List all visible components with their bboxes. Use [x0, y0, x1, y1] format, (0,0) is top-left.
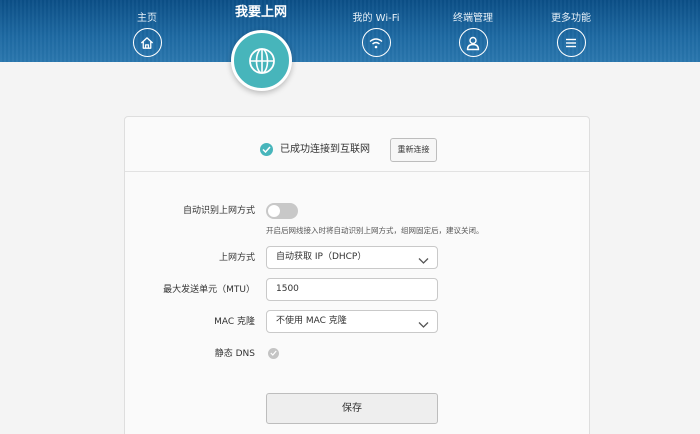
nav-item-internet[interactable]: 我要上网: [216, 0, 306, 20]
auto-detect-toggle[interactable]: [266, 203, 298, 219]
chevron-down-icon: [418, 317, 429, 338]
mac-clone-label: MAC 克隆: [214, 317, 255, 327]
mac-clone-value: 不使用 MAC 克隆: [276, 316, 347, 326]
auto-detect-hint: 开启后网线接入时将自动识别上网方式，组网固定后，建议关闭。: [266, 226, 484, 235]
connection-status-row: 已成功连接到互联网 重新连接: [125, 117, 589, 172]
internet-active-badge[interactable]: [231, 30, 292, 91]
mtu-label: 最大发送单元（MTU）: [163, 285, 255, 295]
connection-status-text: 已成功连接到互联网: [280, 144, 370, 155]
nav-item-home[interactable]: 主页: [102, 0, 192, 57]
nav-label-wifi: 我的 Wi-Fi: [352, 13, 400, 24]
nav-item-more[interactable]: 更多功能: [526, 0, 616, 57]
wan-mode-value: 自动获取 IP（DHCP）: [276, 252, 367, 262]
auto-detect-label: 自动识别上网方式: [182, 206, 255, 216]
mtu-value: 1500: [276, 284, 299, 294]
reconnect-button[interactable]: 重新连接: [390, 138, 437, 162]
nav-label-devices: 终端管理: [453, 13, 493, 24]
menu-icon[interactable]: [556, 28, 586, 57]
static-dns-checkbox[interactable]: [268, 348, 279, 359]
mtu-input[interactable]: 1500: [266, 278, 438, 301]
user-icon[interactable]: [458, 28, 488, 57]
nav-label-more: 更多功能: [551, 13, 591, 24]
toggle-knob: [268, 205, 280, 217]
nav-item-devices[interactable]: 终端管理: [428, 0, 518, 57]
nav-label-home: 主页: [137, 13, 157, 24]
chevron-down-icon: [418, 253, 429, 274]
save-button[interactable]: 保存: [266, 393, 438, 424]
nav-label-internet: 我要上网: [234, 5, 287, 20]
internet-settings-panel: 已成功连接到互联网 重新连接 自动识别上网方式 开启后网线接入时将自动识别上网方…: [124, 116, 590, 434]
check-circle-icon: [260, 143, 273, 156]
static-dns-label: 静态 DNS: [214, 349, 255, 359]
wan-mode-select[interactable]: 自动获取 IP（DHCP）: [266, 246, 438, 269]
wifi-icon[interactable]: [361, 28, 391, 57]
nav-item-wifi[interactable]: 我的 Wi-Fi: [331, 0, 421, 57]
mac-clone-select[interactable]: 不使用 MAC 克隆: [266, 310, 438, 333]
wan-mode-label: 上网方式: [218, 253, 255, 263]
home-icon[interactable]: [132, 28, 162, 57]
